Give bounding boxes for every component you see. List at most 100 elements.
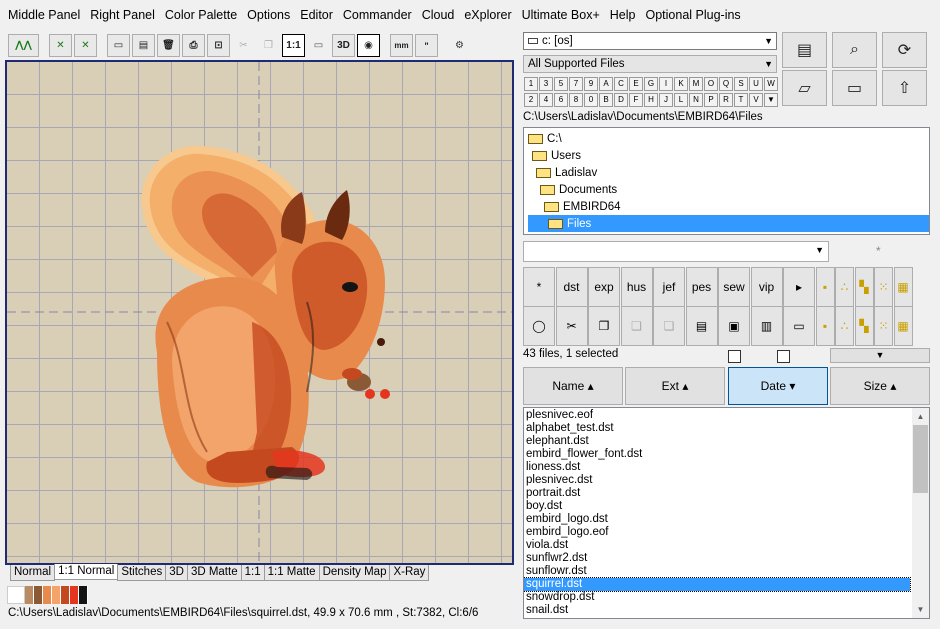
file-list-item[interactable]: snail.dst: [524, 604, 910, 617]
file-list-item[interactable]: plesnivec.dst: [524, 474, 910, 487]
jump-char-button[interactable]: 4: [539, 93, 553, 107]
filetype-button[interactable]: exp: [588, 267, 620, 307]
sort-ext-button[interactable]: Ext ▴: [625, 367, 725, 405]
view-small-icon[interactable]: ▪: [815, 267, 835, 307]
file-list-item[interactable]: sunflowr.dst: [524, 565, 910, 578]
hide-jumps-icon[interactable]: ✕: [74, 34, 97, 57]
tab-3d-matte[interactable]: 3D Matte: [186, 565, 242, 581]
paste-icon[interactable]: ❏: [620, 306, 653, 346]
sort-name-button[interactable]: Name ▴: [523, 367, 623, 405]
tab-stitches[interactable]: Stitches: [117, 565, 167, 581]
plugin-icon[interactable]: ⚙: [448, 34, 471, 57]
print-icon[interactable]: ⎙: [182, 34, 205, 57]
monitor-icon[interactable]: ▭: [783, 306, 815, 346]
jump-char-button[interactable]: ▼: [764, 93, 778, 107]
checkbox-2[interactable]: [777, 350, 790, 363]
jump-char-button[interactable]: O: [704, 77, 718, 91]
scroll-up-icon[interactable]: ▲: [912, 408, 929, 425]
jump-char-button[interactable]: P: [704, 93, 718, 107]
menu-options[interactable]: Options: [242, 0, 295, 31]
drive-select[interactable]: c: [os] ▼: [523, 32, 777, 50]
copy-icon[interactable]: ❐: [588, 306, 620, 346]
view-grid16-icon[interactable]: ▦: [893, 267, 913, 307]
file-list-item[interactable]: embird_flower_font.dst: [524, 448, 910, 461]
tab-1-1-normal[interactable]: 1:1 Normal: [54, 564, 119, 580]
jump-char-button[interactable]: G: [644, 77, 658, 91]
jump-char-button[interactable]: 5: [554, 77, 568, 91]
file-list-item[interactable]: viola.dst: [524, 539, 910, 552]
scroll-thumb[interactable]: [913, 425, 928, 493]
tab-x-ray[interactable]: X-Ray: [389, 565, 430, 581]
file-list-item[interactable]: alphabet_test.dst: [524, 422, 910, 435]
menu-editor[interactable]: Editor: [295, 0, 338, 31]
view-grid4-icon[interactable]: ▚: [854, 306, 874, 346]
show-jumps-icon[interactable]: ✕: [49, 34, 72, 57]
export-icon[interactable]: ⊡: [207, 34, 230, 57]
folder-up-icon[interactable]: ⇧: [882, 70, 927, 106]
mm-units-button[interactable]: mm: [390, 34, 413, 57]
tree-item-documents[interactable]: Documents: [540, 181, 617, 198]
color-swatch[interactable]: [61, 586, 70, 604]
tab-density-map[interactable]: Density Map: [318, 565, 391, 581]
tree-item-files[interactable]: Files: [528, 215, 929, 232]
view-grid9-icon[interactable]: ⁙: [874, 267, 893, 307]
tab-3d[interactable]: 3D: [165, 565, 188, 581]
file-list-item[interactable]: embird_logo.eof: [524, 526, 910, 539]
jump-char-button[interactable]: 7: [569, 77, 583, 91]
jump-char-button[interactable]: S: [734, 77, 748, 91]
open-folder-icon[interactable]: ▭: [107, 34, 130, 57]
menu-ultimate-box[interactable]: Ultimate Box+: [517, 0, 605, 31]
cut-icon[interactable]: ✂: [555, 306, 588, 346]
jump-char-button[interactable]: 2: [524, 93, 538, 107]
jump-char-button[interactable]: R: [719, 93, 733, 107]
stitch-view-icon[interactable]: ⋀⋀: [8, 34, 39, 57]
file-list-item[interactable]: squirrel.dst: [524, 577, 911, 592]
filetype-button[interactable]: dst: [555, 267, 588, 307]
jump-char-button[interactable]: M: [689, 77, 703, 91]
file-list-item[interactable]: plesnivec.eof: [524, 409, 910, 422]
jump-char-button[interactable]: U: [749, 77, 763, 91]
file-list-item[interactable]: sunflwr2.dst: [524, 552, 910, 565]
tab-1-1[interactable]: 1:1: [240, 565, 265, 581]
jump-char-button[interactable]: B: [599, 93, 613, 107]
file-mask-combo[interactable]: ▼: [523, 241, 829, 262]
filetype-button[interactable]: ▸: [783, 267, 815, 307]
filetype-button[interactable]: pes: [685, 267, 718, 307]
copy-icon[interactable]: ❐: [257, 34, 280, 57]
color-swatch[interactable]: [79, 586, 88, 604]
inch-units-icon[interactable]: ": [415, 34, 438, 57]
scroll-down-icon[interactable]: ▼: [912, 601, 929, 618]
tree-item-embird64[interactable]: EMBIRD64: [544, 198, 621, 215]
jump-char-button[interactable]: F: [629, 93, 643, 107]
jump-char-button[interactable]: C: [614, 77, 628, 91]
cut-icon[interactable]: ✂: [232, 34, 255, 57]
file-list-item[interactable]: embird_logo.dst: [524, 513, 910, 526]
jump-char-button[interactable]: L: [674, 93, 688, 107]
folder-icon[interactable]: ▭: [832, 70, 877, 106]
file-list-item[interactable]: snowdrop.dst: [524, 591, 910, 604]
menu-optional-plugins[interactable]: Optional Plug-ins: [640, 0, 745, 31]
menu-right-panel[interactable]: Right Panel: [85, 0, 160, 31]
filetype-button[interactable]: jef: [653, 267, 685, 307]
menu-middle-panel[interactable]: Middle Panel: [3, 0, 85, 31]
menu-help[interactable]: Help: [605, 0, 641, 31]
file-info-icon[interactable]: ▤: [782, 32, 827, 68]
checkbox-1[interactable]: [728, 350, 741, 363]
view-grid9-icon[interactable]: ⁙: [874, 306, 893, 346]
file-list-item[interactable]: elephant.dst: [524, 435, 910, 448]
jump-char-button[interactable]: 8: [569, 93, 583, 107]
view-dots-icon[interactable]: ∴: [835, 267, 854, 307]
three-d-button[interactable]: 3D: [332, 34, 355, 57]
jump-char-button[interactable]: K: [674, 77, 688, 91]
menu-explorer[interactable]: eXplorer: [459, 0, 516, 31]
tree-item-users[interactable]: Users: [532, 147, 581, 164]
color-swatch[interactable]: [25, 586, 34, 604]
file-list-scrollbar[interactable]: ▲ ▼: [912, 408, 929, 618]
view-dots-icon[interactable]: ∴: [835, 306, 854, 346]
jump-char-button[interactable]: 0: [584, 93, 598, 107]
folder-tree[interactable]: C:\ Users Ladislav Documents EMBIRD64 Fi…: [523, 127, 930, 235]
jump-char-button[interactable]: V: [749, 93, 763, 107]
shape-icon[interactable]: ◯: [523, 306, 555, 346]
view-grid4-icon[interactable]: ▚: [854, 267, 874, 307]
monitor-icon[interactable]: ▭: [307, 34, 330, 57]
